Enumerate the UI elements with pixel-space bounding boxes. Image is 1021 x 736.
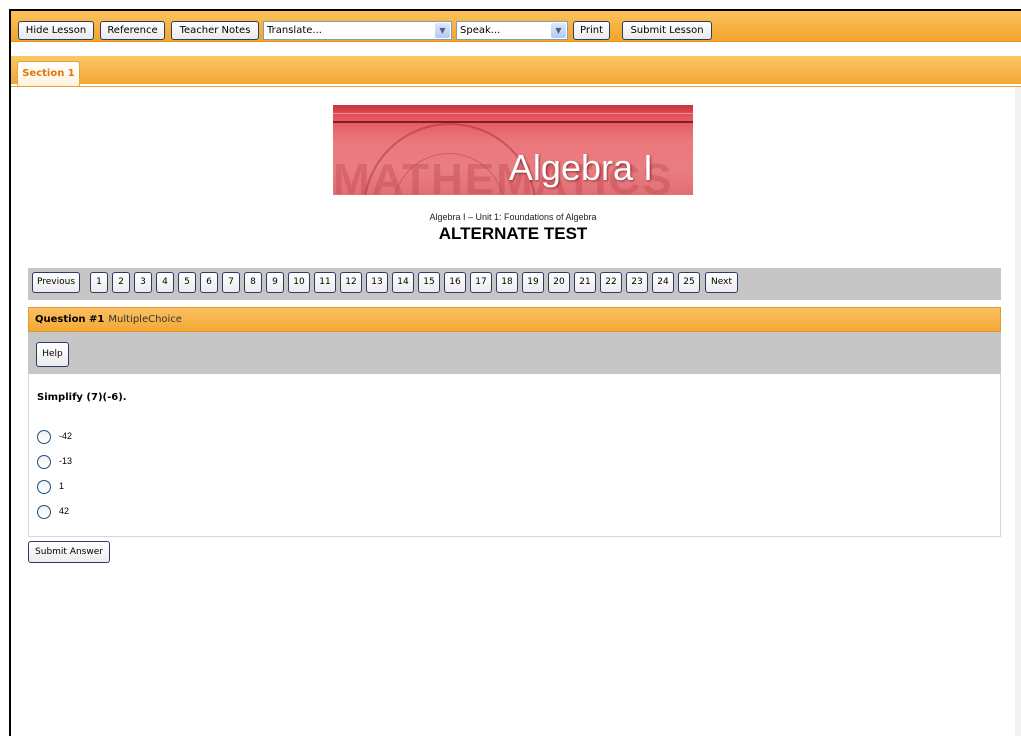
answer-option-label: -42: [59, 431, 73, 441]
page-button-6[interactable]: 6: [200, 272, 218, 293]
page-button-14[interactable]: 14: [392, 272, 414, 293]
submit-lesson-button[interactable]: Submit Lesson: [622, 21, 712, 40]
page-button-13[interactable]: 13: [366, 272, 388, 293]
page-button-19[interactable]: 19: [522, 272, 544, 293]
toolbar: Hide Lesson Reference Teacher Notes Tran…: [11, 11, 1021, 42]
page-button-16[interactable]: 16: [444, 272, 466, 293]
page-button-3[interactable]: 3: [134, 272, 152, 293]
answer-option-label: -13: [59, 456, 73, 466]
page-button-21[interactable]: 21: [574, 272, 596, 293]
help-button[interactable]: Help: [36, 342, 69, 367]
print-button[interactable]: Print: [573, 21, 610, 40]
submit-answer-button[interactable]: Submit Answer: [28, 541, 110, 563]
radio-button[interactable]: [37, 455, 51, 469]
tab-section-1[interactable]: Section 1: [17, 61, 80, 86]
speak-select[interactable]: Speak... ▼: [456, 21, 568, 40]
page-button-23[interactable]: 23: [626, 272, 648, 293]
answer-option-label: 1: [59, 481, 65, 491]
question-prompt: Simplify (7)(-6).: [37, 392, 127, 403]
page-button-18[interactable]: 18: [496, 272, 518, 293]
page-button-24[interactable]: 24: [652, 272, 674, 293]
question-number: Question #1: [35, 314, 105, 325]
tab-strip: [11, 56, 1021, 84]
page-button-17[interactable]: 17: [470, 272, 492, 293]
algebra-banner-image: MATHEMATICS Algebra I: [333, 105, 693, 195]
page-button-7[interactable]: 7: [222, 272, 240, 293]
page-button-8[interactable]: 8: [244, 272, 262, 293]
question-header: Question #1 MultipleChoice: [28, 307, 1001, 332]
banner-title: Algebra I: [508, 147, 653, 188]
page-button-5[interactable]: 5: [178, 272, 196, 293]
translate-select-value: Translate...: [267, 25, 322, 36]
question-type: MultipleChoice: [108, 314, 182, 325]
question-body: Simplify (7)(-6). -42 -13 1 42: [28, 374, 1001, 537]
page-button-4[interactable]: 4: [156, 272, 174, 293]
page-button-12[interactable]: 12: [340, 272, 362, 293]
page-button-9[interactable]: 9: [266, 272, 284, 293]
help-bar: Help: [28, 332, 1001, 374]
radio-button[interactable]: [37, 505, 51, 519]
speak-select-value: Speak...: [460, 25, 501, 36]
chevron-down-icon: ▼: [551, 23, 566, 38]
page-button-20[interactable]: 20: [548, 272, 570, 293]
page-button-15[interactable]: 15: [418, 272, 440, 293]
vertical-scrollbar[interactable]: [1015, 87, 1021, 736]
page-title: ALTERNATE TEST: [438, 224, 588, 243]
page-button-11[interactable]: 11: [314, 272, 336, 293]
question-navigation: Previous 1 2 3 4 5 6 7 8 9 10 11 12 13 14 15 16 17 18 19 20…: [28, 268, 1001, 300]
radio-button[interactable]: [37, 480, 51, 494]
lesson-window: Hide Lesson Reference Teacher Notes Tran…: [9, 9, 1021, 736]
page-button-10[interactable]: 10: [288, 272, 310, 293]
teacher-notes-button[interactable]: Teacher Notes: [171, 21, 259, 40]
previous-button[interactable]: Previous: [32, 272, 80, 293]
answer-option-label: 42: [59, 506, 70, 516]
radio-button[interactable]: [37, 430, 51, 444]
page-button-2[interactable]: 2: [112, 272, 130, 293]
chevron-down-icon: ▼: [435, 23, 450, 38]
hide-lesson-button[interactable]: Hide Lesson: [18, 21, 94, 40]
page-button-22[interactable]: 22: [600, 272, 622, 293]
next-button[interactable]: Next: [705, 272, 738, 293]
reference-button[interactable]: Reference: [100, 21, 165, 40]
page-button-25[interactable]: 25: [678, 272, 700, 293]
lesson-subtitle: Algebra I – Unit 1: Foundations of Algeb…: [429, 212, 597, 222]
translate-select[interactable]: Translate... ▼: [263, 21, 452, 40]
page-button-1[interactable]: 1: [90, 272, 108, 293]
